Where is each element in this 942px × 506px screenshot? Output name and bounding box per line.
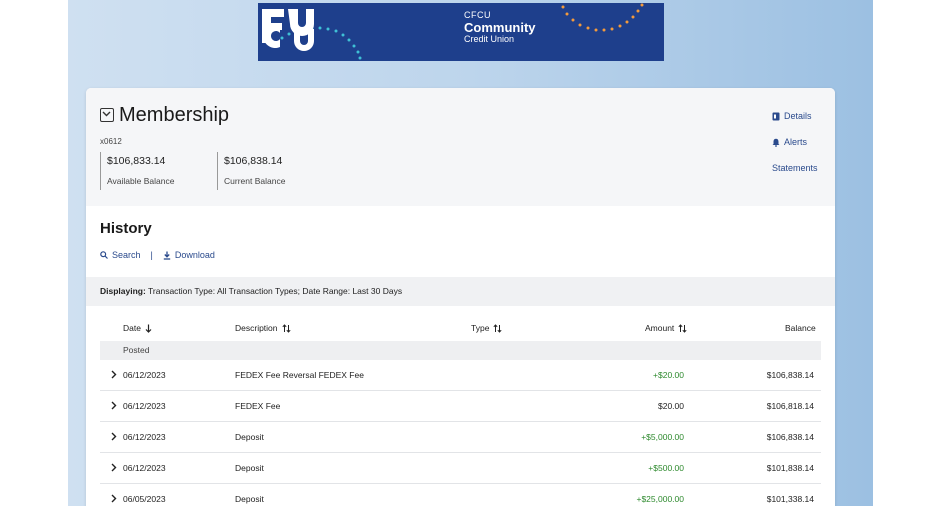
history-title: History (100, 220, 152, 237)
row-amount: +$5,000.00 (641, 432, 684, 442)
row-balance: $101,838.14 (766, 463, 814, 473)
search-icon (100, 251, 108, 259)
alerts-link-label: Alerts (784, 137, 808, 147)
download-label: Download (174, 250, 215, 260)
account-summary: Membership x0612 $106,833.14 Available B… (86, 88, 835, 206)
search-label: Search (112, 250, 141, 260)
row-description: Deposit (235, 494, 264, 504)
brand-wordmark: CFCU Community Credit Union (464, 11, 536, 44)
banner-decoration (274, 3, 644, 60)
history-actions: Search | Download (100, 250, 215, 260)
account-number: x0612 (100, 137, 122, 146)
available-balance: $106,833.14 (107, 155, 166, 167)
row-date: 06/05/2023 (123, 494, 166, 504)
sort-icon (493, 323, 503, 333)
row-description: FEDEX Fee Reversal FEDEX Fee (235, 370, 364, 380)
row-amount: +$500.00 (648, 463, 684, 473)
date-header-label: Date (123, 323, 141, 333)
row-description: FEDEX Fee (235, 401, 281, 411)
row-amount: $20.00 (658, 401, 684, 411)
account-title: Membership (119, 104, 230, 126)
available-balance-label: Available Balance (107, 176, 175, 186)
details-link-label: Details (784, 111, 812, 121)
chevron-right-icon[interactable] (111, 401, 117, 410)
posted-group-header: Posted (100, 341, 821, 360)
table-row[interactable]: 06/05/2023 Deposit +$25,000.00 $101,338.… (100, 484, 821, 506)
row-date: 06/12/2023 (123, 401, 166, 411)
cfcu-banner: CFCU Community Credit Union (258, 3, 664, 61)
alerts-link[interactable]: Alerts (772, 137, 807, 147)
sort-descending-icon (145, 324, 152, 333)
current-balance-block: $106,838.14 Current Balance (217, 152, 285, 190)
details-link[interactable]: Details (772, 111, 812, 121)
brand-line-2: Community (464, 20, 536, 35)
row-balance: $106,818.14 (766, 401, 814, 411)
download-button[interactable]: Download (163, 250, 215, 260)
brand-line-3: Credit Union (464, 34, 515, 44)
chevron-right-icon[interactable] (111, 463, 117, 472)
description-header-label: Description (235, 323, 278, 333)
chevron-down-icon (102, 111, 111, 117)
search-button[interactable]: Search (100, 250, 141, 260)
amount-header-label: Amount (645, 323, 675, 333)
bell-icon (772, 138, 780, 147)
table-row[interactable]: 06/12/2023 FEDEX Fee $20.00 $106,818.14 (100, 391, 821, 422)
table-row[interactable]: 06/12/2023 FEDEX Fee Reversal FEDEX Fee … (100, 360, 821, 391)
collapse-toggle[interactable] (100, 108, 114, 122)
column-header-description[interactable]: Description (235, 323, 291, 333)
filter-text: Transaction Type: All Transaction Types;… (148, 286, 403, 296)
row-balance: $101,338.14 (766, 494, 814, 504)
row-description: Deposit (235, 463, 264, 473)
row-date: 06/12/2023 (123, 370, 166, 380)
statements-link-label: Statements (772, 163, 818, 173)
type-header-label: Type (471, 323, 490, 333)
action-separator: | (150, 250, 153, 260)
column-header-amount[interactable]: Amount (645, 323, 687, 333)
balance-header-label: Balance (785, 323, 816, 333)
sort-icon (281, 323, 291, 333)
row-date: 06/12/2023 (123, 432, 166, 442)
row-amount: +$25,000.00 (636, 494, 684, 504)
column-header-balance: Balance (785, 323, 816, 333)
column-header-type[interactable]: Type (471, 323, 503, 333)
chevron-right-icon[interactable] (111, 494, 117, 503)
column-header-date[interactable]: Date (123, 323, 152, 333)
current-balance: $106,838.14 (224, 155, 283, 167)
available-balance-block: $106,833.14 Available Balance (100, 152, 174, 190)
row-date: 06/12/2023 (123, 463, 166, 473)
details-icon (772, 112, 780, 120)
row-amount: +$20.00 (653, 370, 684, 380)
table-row[interactable]: 06/12/2023 Deposit +$500.00 $101,838.14 (100, 453, 821, 484)
row-description: Deposit (235, 432, 264, 442)
filter-prefix: Displaying: (100, 286, 146, 296)
row-balance: $106,838.14 (766, 432, 814, 442)
account-card: Membership x0612 $106,833.14 Available B… (86, 88, 835, 506)
sort-icon (678, 323, 687, 333)
cfcu-logo-icon (262, 9, 314, 51)
download-icon (163, 251, 171, 260)
row-balance: $106,838.14 (766, 370, 814, 380)
brand-line-1: CFCU (464, 10, 491, 20)
filter-summary: Displaying: Transaction Type: All Transa… (86, 277, 835, 306)
chevron-right-icon[interactable] (111, 432, 117, 441)
statements-link[interactable]: Statements (772, 163, 818, 173)
chevron-right-icon[interactable] (111, 370, 117, 379)
current-balance-label: Current Balance (224, 176, 286, 186)
table-row[interactable]: 06/12/2023 Deposit +$5,000.00 $106,838.1… (100, 422, 821, 453)
